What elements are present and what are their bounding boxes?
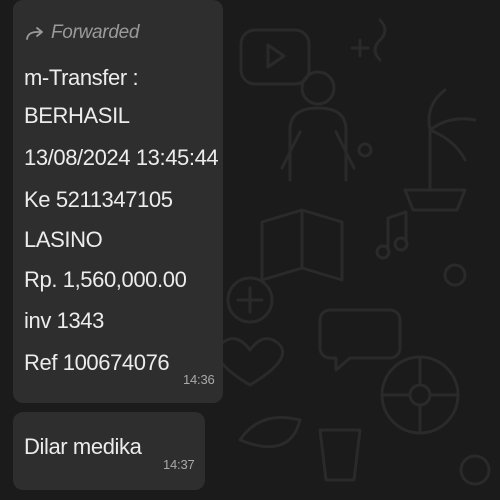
message-text: Dilar medika <box>24 434 142 459</box>
message-line: inv 1343 <box>24 308 104 333</box>
message-line: 13/08/2024 13:45:44 <box>24 145 219 170</box>
message-timestamp: 14:37 <box>163 457 195 472</box>
message-line: m-Transfer : <box>24 65 139 90</box>
forwarded-label: Forwarded <box>25 22 139 44</box>
message-line: LASINO <box>24 227 103 252</box>
message-line: Ke 5211347105 <box>24 187 173 212</box>
message-bubble[interactable]: Dilar medika 14:37 <box>13 412 205 490</box>
message-line: BERHASIL <box>24 103 130 128</box>
message-bubble-forwarded[interactable]: Forwarded m-Transfer : BERHASIL 13/08/20… <box>13 0 223 403</box>
message-timestamp: 14:36 <box>183 372 215 387</box>
message-line: Rp. 1,560,000.00 <box>24 267 187 292</box>
message-line: Ref 100674076 <box>24 350 170 375</box>
forwarded-text: Forwarded <box>51 22 140 43</box>
forward-arrow-icon <box>26 27 43 40</box>
